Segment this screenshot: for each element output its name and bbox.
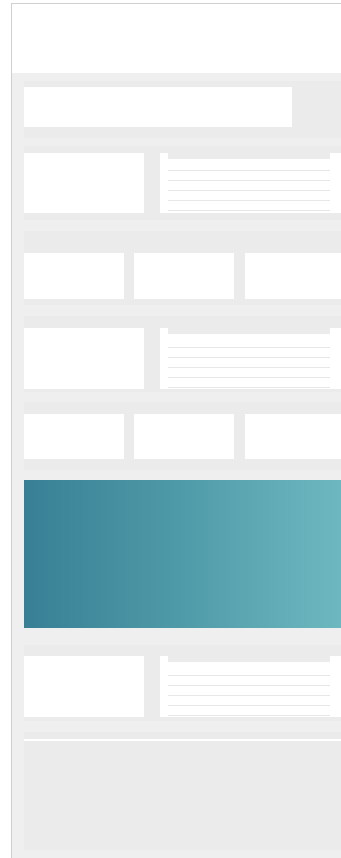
- media-text-block-3-text: [160, 656, 341, 717]
- media-text-block-1-image: [24, 153, 144, 213]
- card-row-2-card-3: [245, 414, 341, 459]
- media-text-block-3-line-1: [168, 656, 330, 662]
- media-text-block-1-line-3: [168, 180, 330, 181]
- media-text-block-3-line-2: [168, 675, 330, 676]
- card-row-1-card-1: [24, 253, 124, 299]
- hero-banner: [24, 480, 341, 628]
- media-text-block-3-line-4: [168, 695, 330, 696]
- media-text-block-1-line-5: [168, 200, 330, 201]
- card-row-2-card-2: [134, 414, 234, 459]
- media-text-block-1-line-6: [168, 210, 330, 211]
- media-text-block-3-line-3: [168, 685, 330, 686]
- media-text-block-1-line-4: [168, 190, 330, 191]
- top-header: [12, 4, 341, 73]
- page-content: [12, 73, 341, 858]
- large-content-block-separator: [24, 739, 341, 741]
- card-row-1-header: [24, 231, 341, 247]
- media-text-block-2-line-5: [168, 377, 330, 378]
- app-window: [11, 3, 341, 858]
- media-text-block-3-line-6: [168, 715, 330, 716]
- media-text-block-1-text: [160, 153, 341, 213]
- large-content-block: [24, 732, 341, 850]
- media-text-block-2-line-2: [168, 347, 330, 348]
- media-text-block-3-image: [24, 656, 144, 717]
- card-row-1-card-3: [245, 253, 341, 299]
- media-text-block-1-line-1: [168, 153, 330, 159]
- media-text-block-1-line-2: [168, 170, 330, 171]
- card-row-1-card-2: [134, 253, 234, 299]
- media-text-block-2-line-4: [168, 367, 330, 368]
- media-text-block-2-line-3: [168, 357, 330, 358]
- media-text-block-3-line-5: [168, 705, 330, 706]
- banner-image-placeholder: [24, 87, 292, 127]
- media-text-block-2-line-1: [168, 328, 330, 334]
- media-text-block-2-text: [160, 328, 341, 389]
- media-text-block-2-image: [24, 328, 144, 389]
- media-text-block-2-line-6: [168, 387, 330, 388]
- card-row-2-card-1: [24, 414, 124, 459]
